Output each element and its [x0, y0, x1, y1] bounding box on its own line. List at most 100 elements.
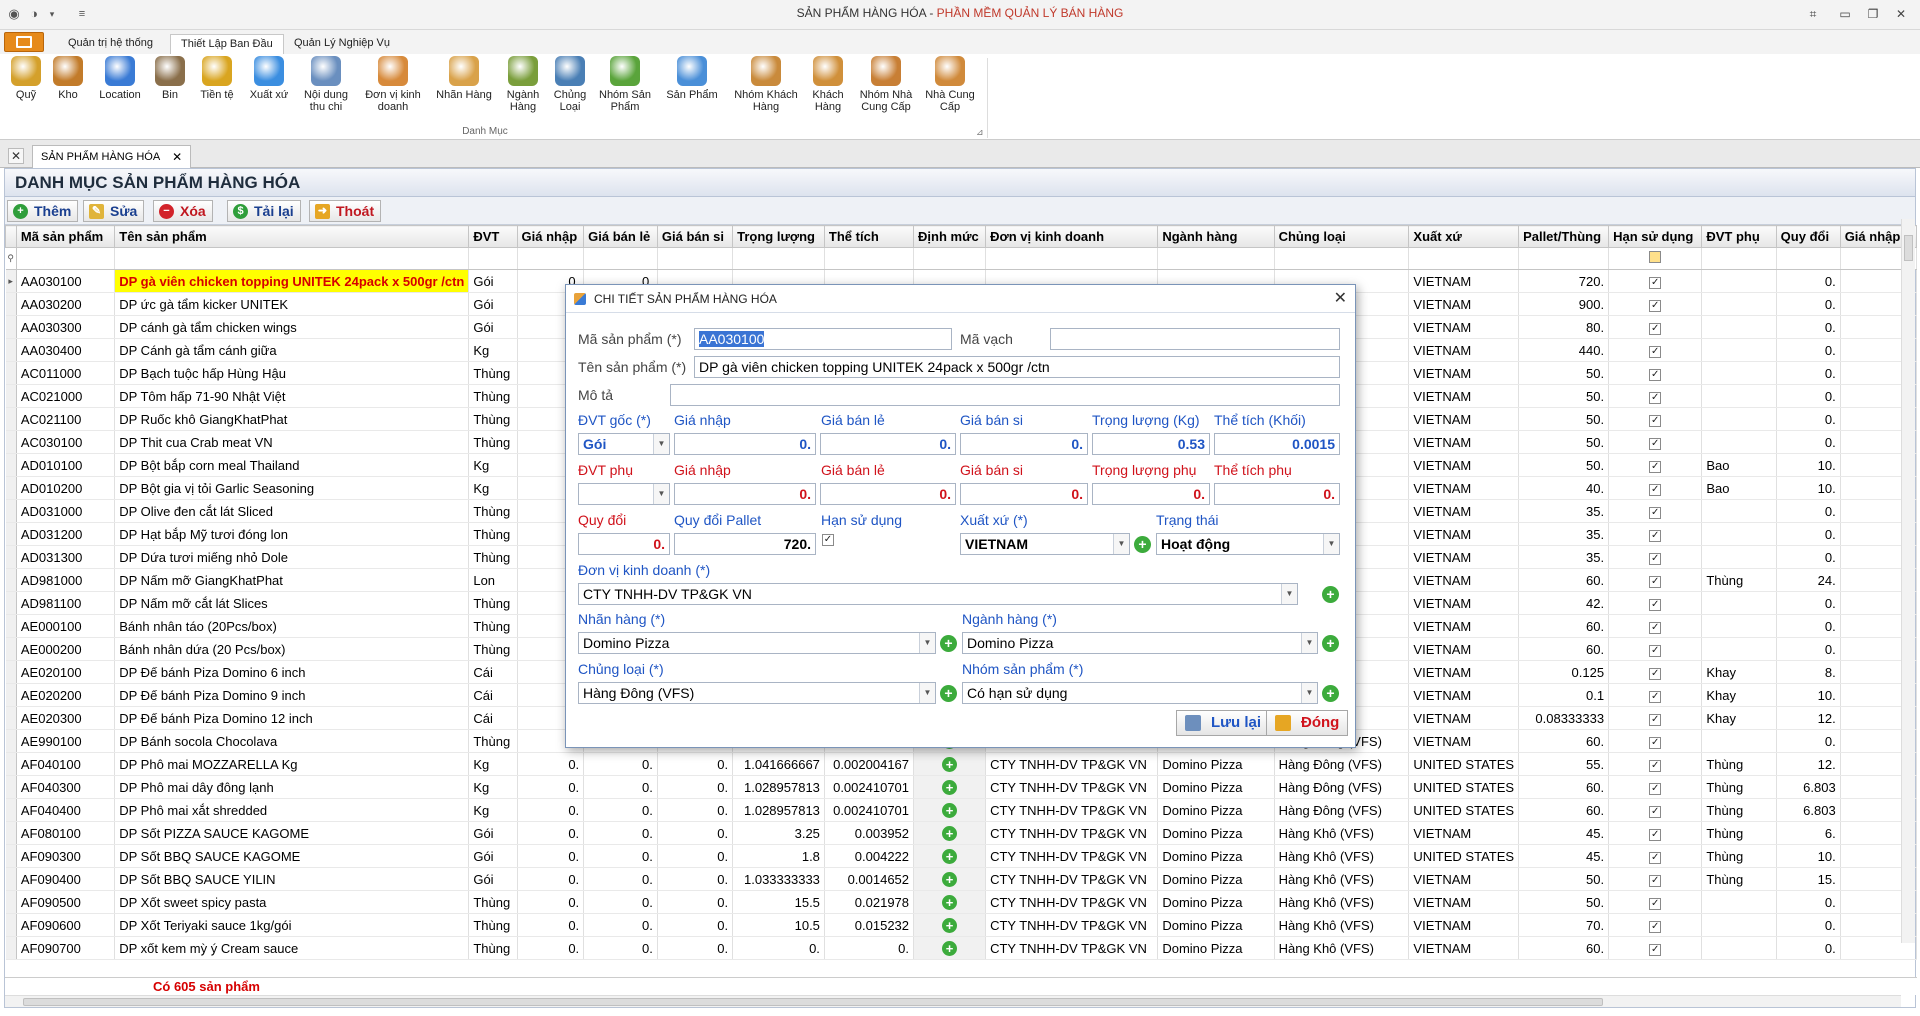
- column-header[interactable]: Pallet/Thùng: [1518, 225, 1610, 248]
- don-vi-kinh-doanh-select[interactable]: CTY TNHH-DV TP&GK VN ▼: [578, 583, 1298, 605]
- add-nhom-sp-icon[interactable]: +: [1322, 685, 1339, 702]
- han-su-dung-checkbox[interactable]: ✓: [1649, 875, 1662, 887]
- ribbon-btn-nganh-hang[interactable]: Ngành Hàng: [500, 56, 546, 113]
- row-indicator[interactable]: [5, 292, 17, 316]
- dinh-muc-add-icon[interactable]: +: [942, 848, 958, 864]
- filter-cell[interactable]: [16, 247, 116, 270]
- han-su-dung-checkbox[interactable]: ✓: [1649, 921, 1662, 933]
- edit-button[interactable]: ✎ Sửa: [83, 200, 145, 222]
- scroll-thumb[interactable]: [1904, 235, 1913, 261]
- filter-cell[interactable]: [824, 247, 915, 270]
- column-header[interactable]: Giá nhập: [516, 225, 585, 248]
- row-indicator[interactable]: [5, 499, 17, 523]
- application-menu-button[interactable]: [4, 32, 44, 52]
- ribbon-btn-nhan-hang[interactable]: Nhãn Hàng: [432, 56, 496, 101]
- gia-nhap-phu-input[interactable]: 0.: [674, 483, 816, 505]
- close-all-tabs-icon[interactable]: ✕: [8, 148, 24, 164]
- gia-ban-le-phu-input[interactable]: 0.: [820, 483, 956, 505]
- row-indicator[interactable]: [5, 361, 17, 385]
- dinh-muc-add-icon[interactable]: +: [942, 756, 958, 772]
- row-indicator[interactable]: [5, 453, 17, 477]
- ribbon-btn-chung-loai[interactable]: Chủng Loại: [550, 56, 590, 113]
- add-xuat-xu-icon[interactable]: +: [1134, 536, 1151, 553]
- han-su-dung-checkbox[interactable]: ✓: [1649, 484, 1662, 496]
- xuat-xu-select[interactable]: VIETNAM ▼: [960, 533, 1130, 555]
- han-su-dung-checkbox[interactable]: ✓: [1649, 714, 1662, 726]
- chevron-down-icon[interactable]: ▼: [919, 683, 935, 703]
- add-button[interactable]: + Thêm: [7, 200, 79, 222]
- table-row[interactable]: AF090700 DP xốt kem mỳ ý Cream sauce Thùng…: [5, 936, 1917, 960]
- column-header[interactable]: Quy đổi: [1775, 225, 1841, 248]
- han-su-dung-checkbox[interactable]: ✓: [1649, 622, 1662, 634]
- row-indicator[interactable]: [5, 315, 17, 339]
- row-indicator[interactable]: [5, 913, 17, 937]
- filter-cell[interactable]: [468, 247, 518, 270]
- table-row[interactable]: AF040300 DP Phô mai dây đông lạnh Kg 0. 0. 0.…: [5, 775, 1917, 799]
- ribbon-btn-nhom-nha-cung-cap[interactable]: Nhóm Nhà Cung Cấp: [854, 56, 918, 113]
- table-row[interactable]: AF090500 DP Xốt sweet spicy pasta Thùng 0. 0…: [5, 890, 1917, 914]
- column-header[interactable]: Thể tích: [823, 225, 915, 248]
- han-su-dung-checkbox[interactable]: ✓: [1649, 599, 1662, 611]
- column-header[interactable]: Trọng lượng: [732, 225, 825, 248]
- row-indicator[interactable]: [5, 591, 17, 615]
- han-su-dung-checkbox[interactable]: ✓: [1649, 507, 1662, 519]
- dvt-phu-select[interactable]: ▼: [578, 483, 670, 505]
- table-row[interactable]: AF090400 DP Sốt BBQ SAUCE YILIN Gói 0. 0. 0. 1…: [5, 867, 1917, 891]
- column-header[interactable]: Mã sản phẩm: [15, 225, 116, 248]
- ribbon-btn-khach-hang[interactable]: Khách Hàng: [806, 56, 850, 113]
- column-header[interactable]: Chủng loại: [1273, 225, 1410, 248]
- chung-loai-select[interactable]: Hàng Đông (VFS) ▼: [578, 682, 936, 704]
- han-su-dung-checkbox[interactable]: ✓: [1649, 277, 1662, 289]
- dinh-muc-add-icon[interactable]: +: [942, 940, 958, 956]
- ribbon-btn-don-vi-kinh-doanh[interactable]: Đơn vị kinh doanh: [358, 56, 428, 113]
- nhom-san-pham-select[interactable]: Có hạn sử dụng ▼: [962, 682, 1318, 704]
- row-indicator[interactable]: [5, 890, 17, 914]
- han-su-dung-checkbox[interactable]: ✓: [1649, 461, 1662, 473]
- filter-cell[interactable]: [1274, 247, 1410, 270]
- dinh-muc-add-icon[interactable]: +: [942, 917, 958, 933]
- column-header[interactable]: ĐVT: [468, 225, 518, 248]
- the-tich-phu-input[interactable]: 0.: [1214, 483, 1340, 505]
- chevron-down-icon[interactable]: ▼: [1113, 534, 1129, 554]
- column-header[interactable]: Tên sản phẩm: [114, 225, 470, 248]
- han-su-dung-checkbox[interactable]: ✓: [1649, 369, 1662, 381]
- ribbon-btn-noi-dung-thu-chi[interactable]: Nội dung thu chi: [298, 56, 354, 113]
- han-su-dung-checkbox[interactable]: ✓: [822, 534, 834, 546]
- filter-cell[interactable]: [583, 247, 658, 270]
- trang-thai-select[interactable]: Hoạt động ▼: [1156, 533, 1340, 555]
- add-nhan-hang-icon[interactable]: +: [940, 635, 957, 652]
- the-tich-input[interactable]: 0.0015: [1214, 433, 1340, 455]
- quy-doi-pallet-input[interactable]: 720.: [674, 533, 816, 555]
- close-icon[interactable]: ✕: [1334, 285, 1347, 313]
- han-su-dung-checkbox[interactable]: ✓: [1649, 323, 1662, 335]
- han-su-dung-checkbox[interactable]: ✓: [1649, 645, 1662, 657]
- row-indicator[interactable]: [5, 614, 17, 638]
- row-indicator[interactable]: [5, 729, 17, 753]
- chevron-down-icon[interactable]: ▼: [1323, 534, 1339, 554]
- tab-quan-ly-nghiep-vu[interactable]: Quản Lý Nghiệp Vụ: [284, 34, 400, 54]
- ribbon-btn-kho[interactable]: Kho: [50, 56, 86, 101]
- chevron-down-icon[interactable]: ▼: [653, 484, 669, 504]
- ribbon-btn-nha-cung-cap[interactable]: Nhà Cung Cấp: [922, 56, 978, 113]
- row-indicator[interactable]: [5, 384, 17, 408]
- row-indicator[interactable]: [5, 683, 17, 707]
- row-indicator[interactable]: [5, 522, 17, 546]
- table-row[interactable]: AF090600 DP Xốt Teriyaki sauce 1kg/gói Thù…: [5, 913, 1917, 937]
- filter-cell[interactable]: [1608, 247, 1703, 270]
- han-su-dung-checkbox[interactable]: ✓: [1649, 530, 1662, 542]
- doc-tab-san-pham[interactable]: SẢN PHẨM HÀNG HÓA ✕: [32, 145, 192, 168]
- han-su-dung-checkbox[interactable]: ✓: [1649, 898, 1662, 910]
- filter-cell[interactable]: [1701, 247, 1777, 270]
- vertical-scrollbar[interactable]: [1901, 219, 1915, 943]
- dialog-launcher-icon[interactable]: ⊿: [976, 127, 984, 138]
- chevron-down-icon[interactable]: ▼: [653, 434, 669, 454]
- han-su-dung-checkbox[interactable]: ✓: [1649, 300, 1662, 312]
- chevron-down-icon[interactable]: ▼: [919, 633, 935, 653]
- table-row[interactable]: AF090300 DP Sốt BBQ SAUCE KAGOME Gói 0. 0. 0.…: [5, 844, 1917, 868]
- column-header[interactable]: Ngành hàng: [1157, 225, 1275, 248]
- ribbon-btn-quy[interactable]: Quỹ: [6, 56, 46, 101]
- ten-san-pham-input[interactable]: DP gà viên chicken topping UNITEK 24pack…: [694, 356, 1340, 378]
- filter-cell[interactable]: [1518, 247, 1610, 270]
- horizontal-scrollbar[interactable]: [5, 995, 1901, 1007]
- dvt-goc-select[interactable]: Gói ▼: [578, 433, 670, 455]
